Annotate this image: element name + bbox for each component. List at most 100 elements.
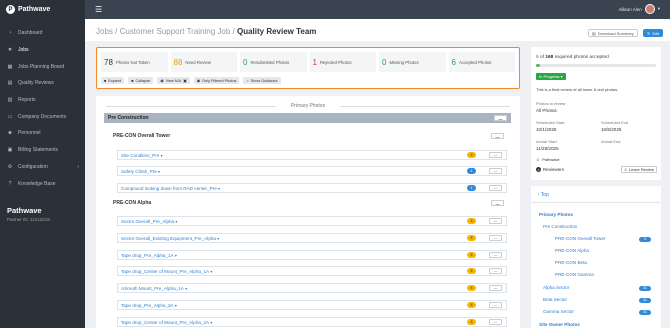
group-header[interactable]: PRE-CON Alpha —	[113, 198, 511, 208]
filtered-label: Only Filtered Photos	[202, 78, 237, 83]
photo-row[interactable]: Site Condition_Pre ▾ 8 —	[117, 150, 507, 160]
sidebar-item-knowledge-base[interactable]: ? Knowledge Base	[0, 175, 85, 192]
sidebar-item-dashboard[interactable]: ◔ Dashboard	[0, 25, 85, 42]
breadcrumb-job[interactable]: Customer Support Training Job	[120, 27, 231, 36]
toc-item[interactable]: Pre Construction	[543, 224, 577, 229]
scheduled-start-label: Scheduled Start	[536, 120, 565, 125]
photo-row[interactable]: Sector Overall_Existing Equipment_Pre_Al…	[117, 233, 507, 243]
stat-card[interactable]: 6 Accepted Photos	[448, 52, 515, 72]
collapse-row-button[interactable]: —	[489, 168, 502, 174]
sidebar-item-personnel[interactable]: ☻ Personnel	[0, 125, 85, 142]
collapse-group-button[interactable]: —	[491, 133, 504, 139]
stat-card[interactable]: 88 Need Review	[170, 52, 237, 72]
sidebar-item-label: Jobs Planning Board	[18, 63, 65, 70]
collapse-row-button[interactable]: —	[489, 218, 502, 224]
collapse-row-button[interactable]: —	[489, 185, 502, 191]
toc-item[interactable]: PRE-CON Gamma	[555, 272, 594, 277]
collapse-label: Collapse	[135, 78, 151, 83]
only-filtered-photos-toggle[interactable]: ◉ Only Filtered Photos	[193, 77, 240, 84]
expand-button[interactable]: ■ Expand	[101, 77, 125, 84]
toc-item[interactable]: PRE-CON Overall Tower	[555, 236, 605, 241]
stat-card[interactable]: 0 Resubmitted Photos	[240, 52, 307, 72]
status-dropdown[interactable]: In Progress ▾	[536, 73, 566, 80]
photo-row[interactable]: Tape drop_Center of Mount_Pre_Alpha_2A ▾…	[117, 317, 507, 327]
sidebar-item-jobs-planning-board[interactable]: ▦ Jobs Planning Board	[0, 58, 85, 75]
scheduled-end-value: 10/8/2025	[601, 127, 622, 132]
stat-card[interactable]: 78 Photos Not Taken	[101, 52, 168, 72]
photo-row[interactable]: Compound looking down from RAD center_Pr…	[117, 183, 507, 193]
view-na-toggle[interactable]: ◉ View N/A ▣	[157, 77, 190, 84]
phase-header[interactable]: Pre Construction —	[104, 113, 511, 123]
edit-button[interactable]: ✎ Edit	[643, 29, 664, 37]
collapse-row-button[interactable]: —	[489, 285, 502, 291]
sidebar-item-quality-reviews[interactable]: ▤ Quality Reviews	[0, 75, 85, 92]
download-summary-button[interactable]: ▤ Download Summary	[588, 29, 638, 37]
tenant-name: Pathwave	[7, 206, 42, 215]
user-menu[interactable]: Allison Alen ▾	[618, 4, 660, 14]
toc-item[interactable]: Site Owner Photos	[539, 322, 580, 327]
pathwave-logo-icon: P	[6, 5, 15, 14]
collapse-phase-button[interactable]: —	[494, 115, 507, 121]
stat-card[interactable]: 0 Missing Photos	[379, 52, 446, 72]
photo-row[interactable]: Sector Overall_Pre_Alpha ▾ 8 —	[117, 216, 507, 226]
toc-count-badge: 31	[639, 309, 651, 315]
toc-item[interactable]: Alpha Sector	[543, 285, 569, 290]
reports-icon: ▥	[7, 97, 13, 104]
photo-count-badge: 8	[467, 319, 476, 325]
stats-row: 78 Photos Not Taken 88 Need Review 0 Resubmit…	[97, 48, 519, 72]
sidebar-item-configuration[interactable]: ⚙ Configuration ›	[0, 159, 85, 176]
app-logo[interactable]: P Pathwave	[0, 0, 85, 19]
collapse-row-button[interactable]: —	[489, 235, 502, 241]
breadcrumb-jobs[interactable]: Jobs	[96, 27, 113, 36]
collapse-row-button[interactable]: —	[489, 252, 502, 258]
leave-review-label: Leave Review	[628, 167, 654, 172]
collapse-group-button[interactable]: —	[491, 200, 504, 206]
reviewers[interactable]: 3 Reviewers	[536, 167, 564, 172]
accepted-progress-text: 5 of 168 required photos accepted	[536, 55, 609, 60]
collapse-row-button[interactable]: —	[489, 268, 502, 274]
tenant-info: Pathwave Partner ID: 11213219	[7, 206, 50, 222]
sidebar-item-billing-statements[interactable]: ▣ Billing Statements	[0, 142, 85, 159]
toc-count-badge: 31	[639, 285, 651, 291]
photo-row[interactable]: Tape drop_Pre_Alpha_2A ▾ 8 —	[117, 300, 507, 310]
photo-row[interactable]: Tape drop_Center of Mount_Pre_Alpha_1A ▾…	[117, 266, 507, 276]
actual-start-value: 11/28/2025	[536, 146, 559, 151]
toc-item[interactable]: Gamma Sector	[543, 309, 574, 314]
photo-row[interactable]: Safety Climb_Pre ▾ 1 —	[117, 166, 507, 176]
photo-row[interactable]: Azimuth Mount_Pre_Alpha_1A ▾ 8 —	[117, 283, 507, 293]
review-summary-card: 5 of 168 required photos accepted In Pro…	[531, 47, 661, 180]
toc-item[interactable]: Primary Photos	[539, 212, 573, 217]
actual-start: Actual Start 11/28/2025	[536, 139, 559, 151]
toc-item[interactable]: PRE-CON Alpha	[555, 248, 589, 253]
photo-count-badge: 8	[467, 285, 476, 291]
sidebar-nav: ◔ Dashboard ✕ Jobs ▦ Jobs Planning Board ▤ Q…	[0, 25, 85, 192]
stat-value: 1	[312, 57, 317, 67]
collapse-row-button[interactable]: —	[489, 319, 502, 325]
sidebar-item-reports[interactable]: ▥ Reports	[0, 92, 85, 109]
sidebar-item-jobs[interactable]: ✕ Jobs	[0, 42, 85, 59]
avatar	[644, 4, 655, 14]
collapse-row-button[interactable]: —	[489, 152, 502, 158]
reviewers-count: 3	[536, 167, 541, 172]
toc-item[interactable]: PRE-CON Beta	[555, 260, 587, 265]
toc-item[interactable]: Beta Sector	[543, 297, 567, 302]
collapse-row-button[interactable]: —	[489, 302, 502, 308]
download-summary-label: Download Summary	[597, 30, 634, 36]
photo-row-label: Tape drop_Center of Mount_Pre_Alpha_2A	[121, 319, 210, 325]
accepted-text: required photos accepted	[554, 55, 609, 60]
group-header[interactable]: PRE-CON Overall Tower —	[113, 131, 511, 141]
menu-icon[interactable]: ☰	[95, 5, 102, 14]
photo-row[interactable]: Tape drop_Pre_Alpha_1A ▾ 8 —	[117, 250, 507, 260]
back-to-top-link[interactable]: ↑ Top	[537, 192, 549, 198]
leave-review-button[interactable]: ☺ Leave Review	[620, 166, 657, 173]
scheduled-start-value: 10/1/2025	[536, 127, 557, 132]
user-name: Allison Alen	[618, 6, 642, 12]
stat-card[interactable]: 1 Rejected Photos	[309, 52, 376, 72]
sidebar-item-company-documents[interactable]: ▭ Company Documents	[0, 108, 85, 125]
show-guidance-toggle[interactable]: ○ Show Guidance	[243, 77, 281, 84]
toc-count-badge: 3	[639, 236, 651, 242]
photo-count-badge: 8	[467, 218, 476, 224]
collapse-button[interactable]: ■ Collapse	[128, 77, 154, 84]
scheduled-end-label: Scheduled End	[601, 120, 629, 125]
gear-icon: ⚙	[7, 163, 13, 170]
